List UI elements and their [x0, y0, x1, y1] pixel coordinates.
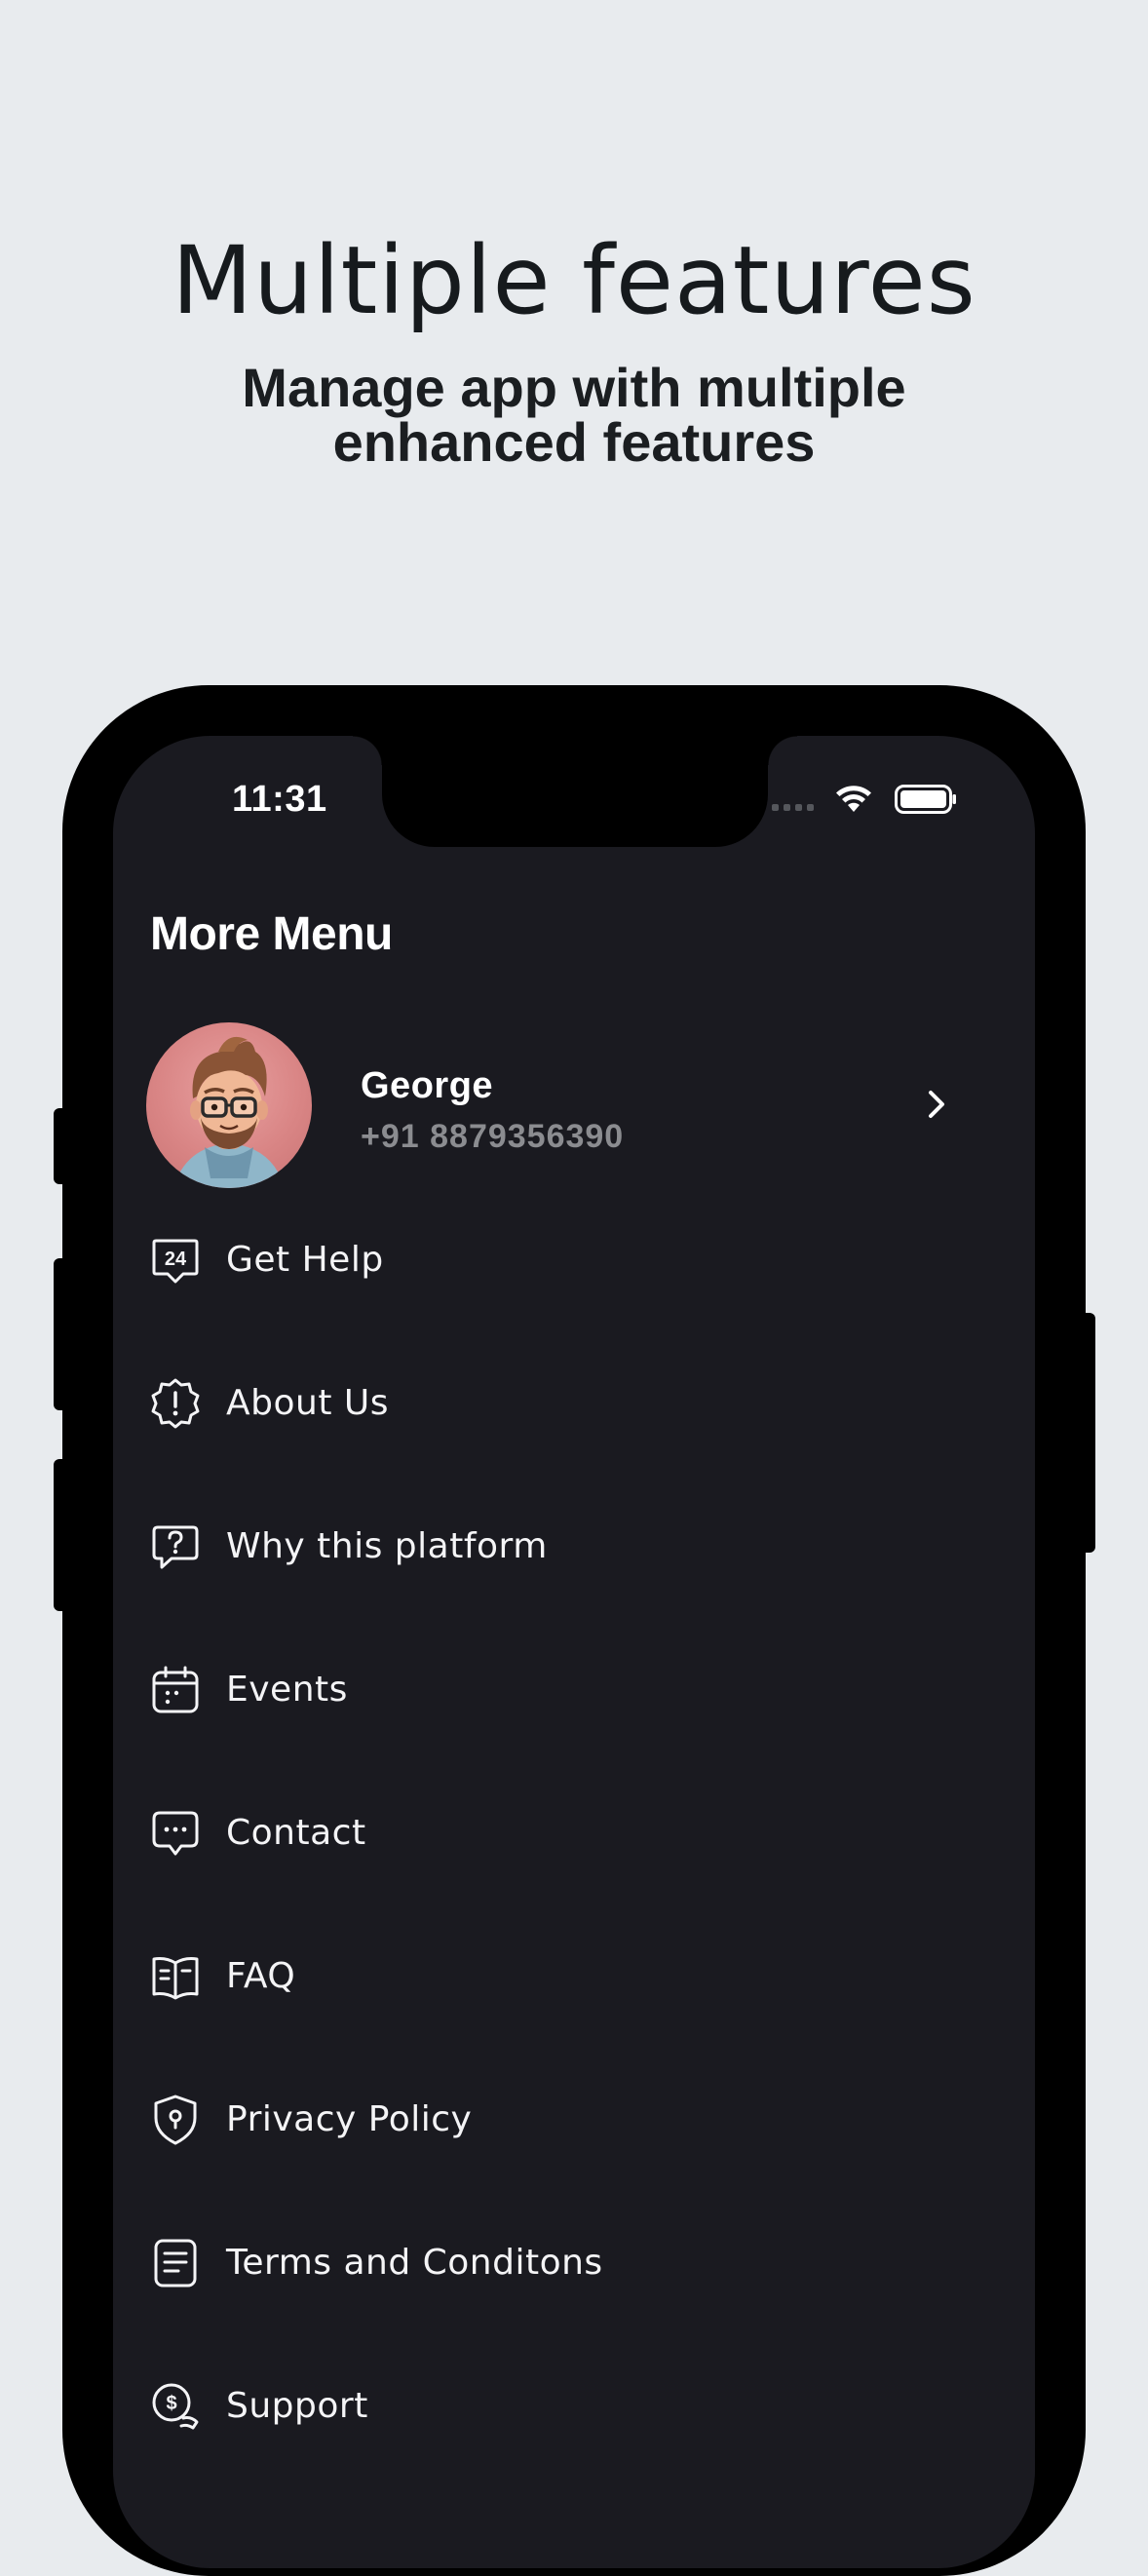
svg-text:24: 24 [165, 1249, 187, 1270]
money-support-icon: $ [152, 2383, 199, 2430]
profile-name: George [361, 1065, 494, 1106]
menu-item-label: Events [226, 1670, 348, 1710]
menu-item-label: Contact [226, 1813, 366, 1853]
chevron-right-icon[interactable] [924, 1087, 949, 1122]
menu-item-support[interactable]: $ Support [148, 2379, 1006, 2522]
shield-icon [154, 2095, 197, 2145]
menu-item-terms-and-conditions[interactable]: Terms and Conditons [148, 2236, 1006, 2379]
menu-item-label: FAQ [226, 1956, 296, 1996]
status-time: 11:31 [232, 779, 327, 820]
menu-item-label: Privacy Policy [226, 2099, 473, 2139]
menu-item-events[interactable]: Events [148, 1663, 1006, 1806]
avatar [146, 1022, 312, 1188]
wifi-icon [836, 786, 871, 812]
menu-item-label: Why this platform [226, 1526, 548, 1566]
cellular-signal-icon [772, 798, 821, 811]
profile-phone: +91 8879356390 [361, 1118, 625, 1155]
menu-item-get-help[interactable]: 24 Get Help [148, 1233, 1006, 1376]
promo-headline: Multiple features [172, 226, 976, 335]
menu-item-faq[interactable]: FAQ [148, 1949, 1006, 2093]
svg-text:$: $ [166, 2393, 176, 2414]
menu-item-label: About Us [226, 1383, 389, 1423]
menu-item-why-this-platform[interactable]: Why this platform [148, 1519, 1006, 1663]
24-hour-support-icon: 24 [152, 1239, 199, 1284]
chat-bubble-icon [152, 1811, 199, 1856]
phone-screen: 11:31 More Menu George +91 8879356390 24… [113, 736, 1035, 2568]
promo-subheadline: Manage app with multiple enhanced featur… [242, 357, 906, 473]
calendar-icon [152, 1666, 199, 1713]
avatar-illustration [173, 1036, 285, 1188]
menu-item-label: Support [226, 2386, 368, 2426]
menu-item-label: Get Help [226, 1240, 384, 1280]
book-icon [152, 1957, 199, 2000]
profile-card[interactable]: George +91 8879356390 [146, 1022, 1004, 1190]
menu-item-label: Terms and Conditons [226, 2243, 603, 2283]
menu-item-about-us[interactable]: About Us [148, 1376, 1006, 1519]
menu-item-contact[interactable]: Contact [148, 1806, 1006, 1949]
document-icon [154, 2239, 197, 2288]
battery-icon [895, 785, 956, 814]
phone-notch [353, 736, 797, 847]
menu-item-privacy-policy[interactable]: Privacy Policy [148, 2093, 1006, 2236]
status-indicators [772, 781, 976, 820]
menu-list: 24 Get Help About Us Why this platform E… [148, 1233, 1006, 2522]
info-badge-icon [151, 1378, 200, 1429]
page-title: More Menu [150, 908, 393, 960]
question-chat-icon [152, 1525, 199, 1569]
